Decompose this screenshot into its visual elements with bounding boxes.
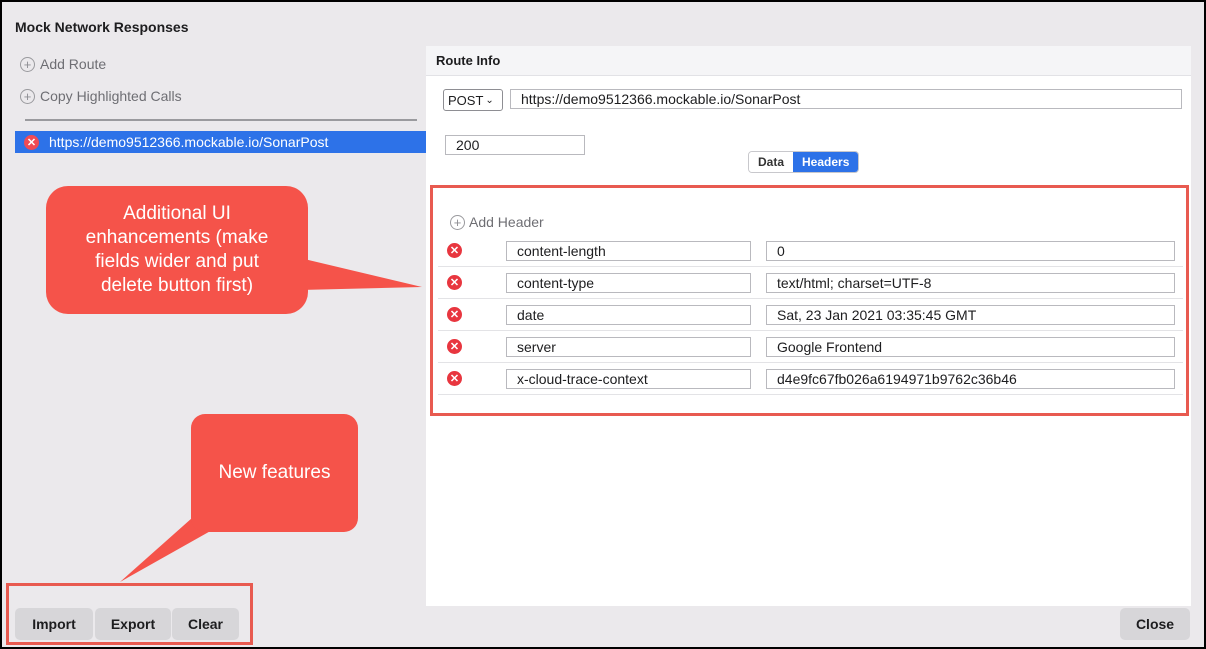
ui-enhancements-callout: Additional UI enhancements (make fields …	[46, 186, 308, 314]
delete-header-icon[interactable]: ✕	[447, 307, 462, 322]
plus-icon: +	[20, 88, 35, 104]
tab-data[interactable]: Data	[749, 152, 794, 172]
add-header-button[interactable]: + Add Header	[450, 214, 544, 230]
delete-route-icon[interactable]: ✕	[24, 134, 39, 150]
mock-network-window: Mock Network Responses + Add Route + Cop…	[2, 2, 1204, 647]
delete-header-icon[interactable]: ✕	[447, 371, 462, 386]
new-features-callout: New features	[191, 414, 358, 532]
method-value: POST	[448, 92, 484, 108]
header-row: ✕ content-type text/html; charset=UTF-8	[438, 267, 1183, 299]
headers-editor: + Add Header ✕ content-length 0 ✕ conten…	[438, 198, 1183, 398]
route-url: https://demo9512366.mockable.io/SonarPos…	[49, 134, 329, 150]
delete-header-icon[interactable]: ✕	[447, 339, 462, 354]
window-title: Mock Network Responses	[15, 19, 189, 35]
add-route-label: Add Route	[40, 56, 107, 72]
header-key-field[interactable]: x-cloud-trace-context	[506, 369, 751, 389]
add-header-label: Add Header	[469, 214, 544, 230]
header-row: ✕ x-cloud-trace-context d4e9fc67fb026a61…	[438, 363, 1183, 395]
header-key-field[interactable]: server	[506, 337, 751, 357]
export-button[interactable]: Export	[95, 608, 171, 640]
close-button[interactable]: Close	[1120, 608, 1190, 640]
header-row: ✕ content-length 0	[438, 235, 1183, 267]
ui-enhancements-text: Additional UI enhancements (make fields …	[85, 203, 269, 296]
route-info-panel: Route Info POST ⌄ https://demo9512366.mo…	[426, 46, 1191, 606]
sidebar-divider	[25, 119, 417, 121]
tab-headers[interactable]: Headers	[793, 152, 859, 172]
chevron-down-icon: ⌄	[485, 94, 494, 106]
header-value-field[interactable]: Sat, 23 Jan 2021 03:35:45 GMT	[766, 305, 1175, 325]
new-features-text: New features	[218, 462, 331, 483]
delete-header-icon[interactable]: ✕	[447, 243, 462, 258]
header-key-field[interactable]: content-length	[506, 241, 751, 261]
method-select[interactable]: POST ⌄	[443, 89, 503, 111]
plus-icon: +	[20, 56, 35, 72]
route-info-title: Route Info	[426, 46, 1191, 76]
plus-icon: +	[450, 214, 465, 230]
header-row: ✕ date Sat, 23 Jan 2021 03:35:45 GMT	[438, 299, 1183, 331]
status-code-field[interactable]: 200	[445, 135, 585, 155]
header-key-field[interactable]: content-type	[506, 273, 751, 293]
copy-calls-label: Copy Highlighted Calls	[40, 88, 182, 104]
route-url-field[interactable]: https://demo9512366.mockable.io/SonarPos…	[510, 89, 1182, 109]
delete-header-icon[interactable]: ✕	[447, 275, 462, 290]
header-value-field[interactable]: text/html; charset=UTF-8	[766, 273, 1175, 293]
header-value-field[interactable]: d4e9fc67fb026a6194971b9762c36b46	[766, 369, 1175, 389]
import-button[interactable]: Import	[15, 608, 93, 640]
header-row: ✕ server Google Frontend	[438, 331, 1183, 363]
header-value-field[interactable]: 0	[766, 241, 1175, 261]
clear-button[interactable]: Clear	[172, 608, 239, 640]
data-headers-tabs: Data Headers	[748, 151, 860, 173]
header-key-field[interactable]: date	[506, 305, 751, 325]
header-value-field[interactable]: Google Frontend	[766, 337, 1175, 357]
add-route-button[interactable]: + Add Route	[20, 56, 106, 72]
route-list-item[interactable]: ✕ https://demo9512366.mockable.io/SonarP…	[15, 131, 427, 153]
copy-highlighted-calls-button[interactable]: + Copy Highlighted Calls	[20, 88, 182, 104]
